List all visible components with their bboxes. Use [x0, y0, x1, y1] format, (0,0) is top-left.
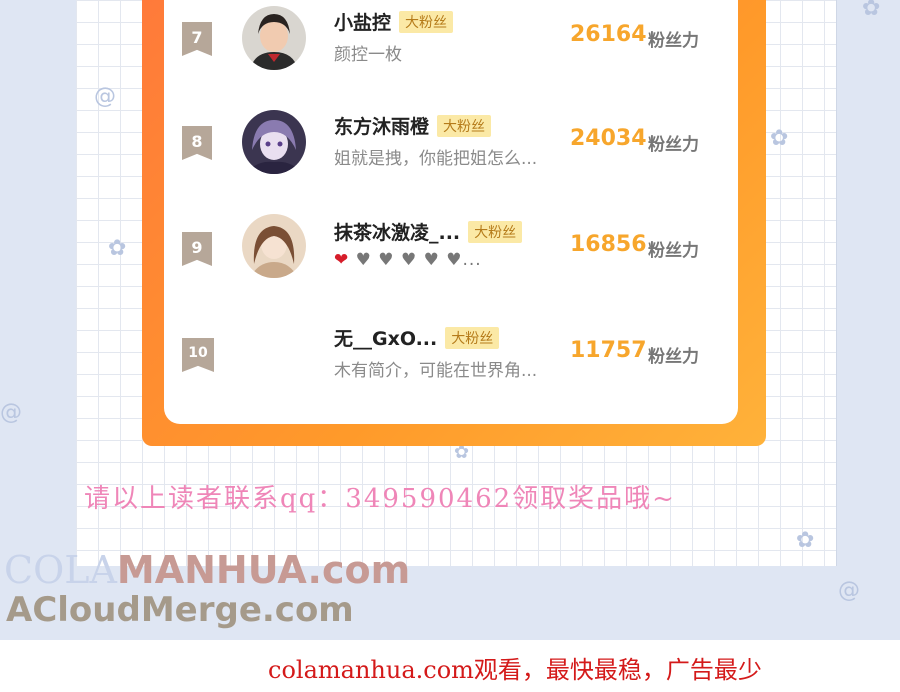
user-name[interactable]: 小盐控 大粉丝	[334, 8, 454, 35]
fan-score: 16856	[570, 232, 647, 257]
user-name[interactable]: 东方沐雨橙 大粉丝	[334, 112, 492, 139]
user-name[interactable]: 无__GxO... 大粉丝	[334, 324, 500, 351]
user-bio: 姐就是拽，你能把姐怎么...	[334, 149, 538, 169]
rank-badge: 7	[182, 22, 212, 56]
list-item[interactable]: 7 小盐控 大粉丝 颜控一枚 26164 粉丝力	[164, 0, 738, 80]
score-unit: 粉丝力	[648, 241, 699, 261]
flower-icon: ✿	[796, 528, 815, 553]
score-unit: 粉丝力	[648, 31, 699, 51]
user-bio: 木有简介，可能在世界角...	[334, 361, 538, 381]
rank-badge: 8	[182, 126, 212, 160]
fan-score: 24034	[570, 126, 647, 151]
flower-icon: ✿	[108, 236, 127, 261]
rank-badge: 10	[182, 338, 214, 372]
heart-icon: ❤	[334, 250, 350, 270]
avatar[interactable]	[242, 110, 306, 174]
user-name[interactable]: 抹茶冰激凌_... 大粉丝	[334, 218, 523, 245]
swirl-icon: @	[0, 400, 22, 425]
user-bio: ❤ ♥ ♥ ♥ ♥ ♥...	[334, 250, 482, 270]
avatar[interactable]	[242, 214, 306, 278]
user-bio: 颜控一枚	[334, 45, 402, 65]
list-item[interactable]: 10 无__GxO... 大粉丝 木有简介，可能在世界角... 11757 粉丝力	[164, 316, 738, 396]
swirl-icon: @	[94, 84, 116, 109]
flower-icon: ✿	[770, 126, 789, 151]
watermark-acloudmerge: ACloudMerge.com	[6, 590, 354, 630]
fan-level-badge: 大粉丝	[437, 115, 492, 137]
footer-ad-text[interactable]: colamanhua.com观看，最快最稳，广告最少	[268, 650, 762, 685]
fan-level-badge: 大粉丝	[399, 11, 454, 33]
fan-score: 11757	[570, 338, 647, 363]
watermark-colamanhua: COLAMANHUA.com	[4, 548, 411, 592]
swirl-icon: @	[838, 578, 860, 603]
contact-notice: 请以上读者联系qq：349590462领取奖品哦~	[84, 484, 676, 514]
rank-badge: 9	[182, 232, 212, 266]
ranking-card: 7 小盐控 大粉丝 颜控一枚 26164 粉丝力 8 东方沐雨橙 大粉丝 姐就是…	[164, 0, 738, 424]
score-unit: 粉丝力	[648, 347, 699, 367]
avatar[interactable]	[242, 6, 306, 70]
fan-score: 26164	[570, 22, 647, 47]
list-item[interactable]: 8 东方沐雨橙 大粉丝 姐就是拽，你能把姐怎么... 24034 粉丝力	[164, 104, 738, 184]
score-unit: 粉丝力	[648, 135, 699, 155]
heart-icon: ♥ ♥ ♥ ♥ ♥...	[355, 250, 482, 270]
fan-level-badge: 大粉丝	[468, 221, 523, 243]
flower-icon: ✿	[862, 0, 881, 21]
list-item[interactable]: 9 抹茶冰激凌_... 大粉丝 ❤ ♥ ♥ ♥ ♥ ♥... 16856 粉丝力	[164, 210, 738, 290]
fan-level-badge: 大粉丝	[445, 327, 500, 349]
